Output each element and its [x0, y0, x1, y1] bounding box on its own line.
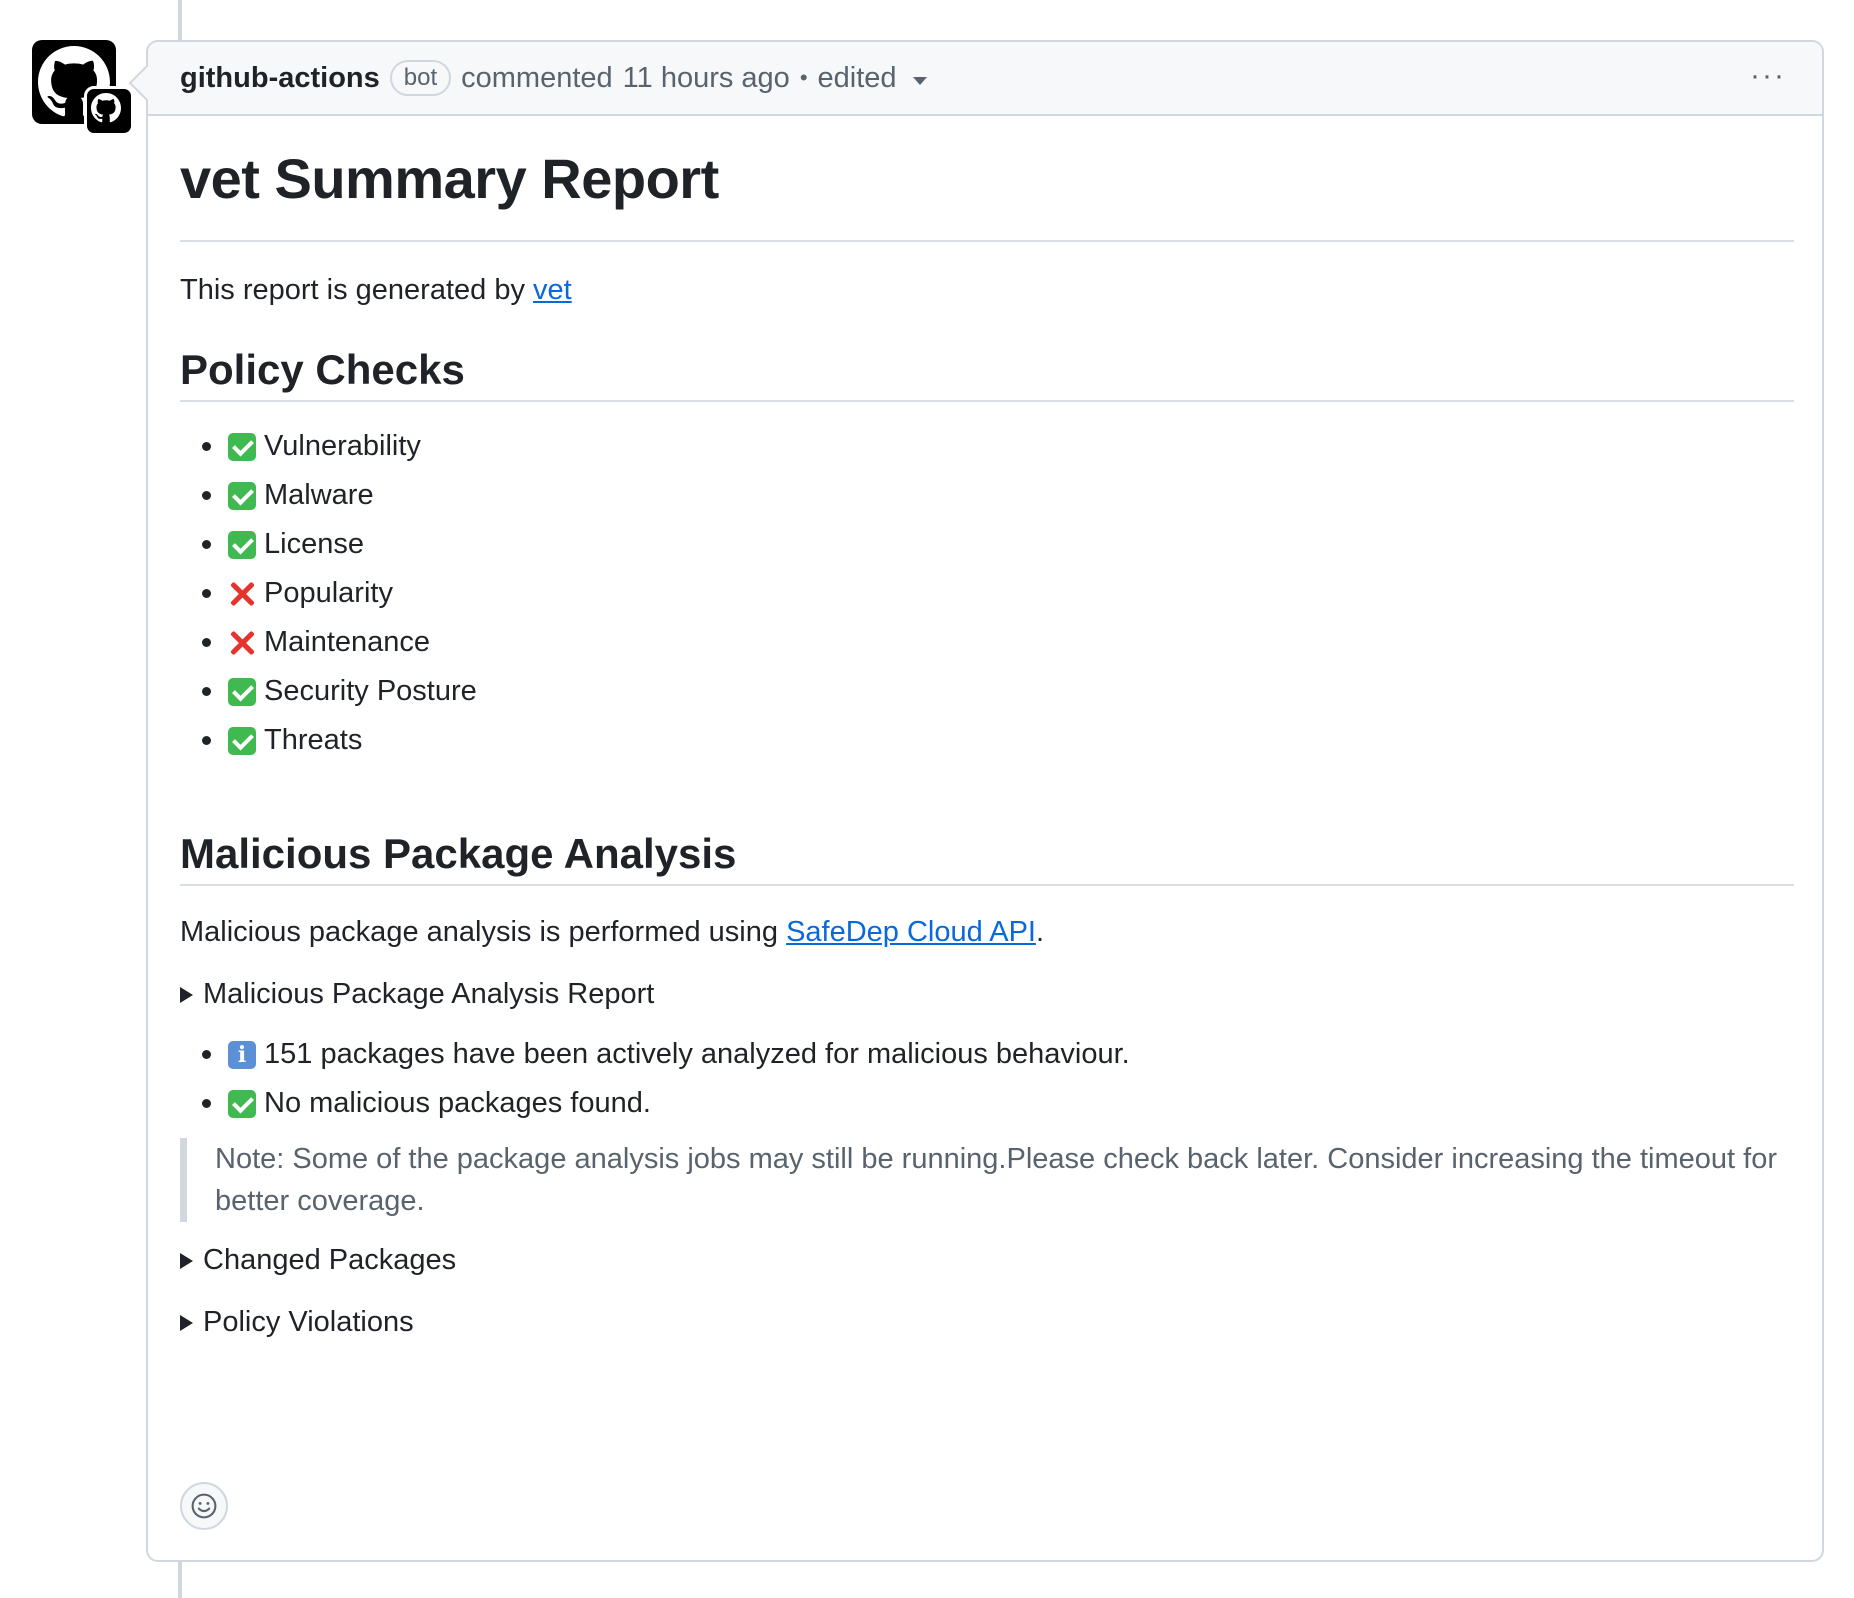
policy-label: Vulnerability: [264, 430, 421, 462]
policy-item-threats: Threats: [180, 716, 477, 765]
malicious-paragraph: Malicious package analysis is performed …: [180, 916, 1044, 949]
check-mark-icon: [228, 432, 256, 461]
malicious-text-end: .: [1035, 916, 1045, 948]
edited-dropdown-icon[interactable]: [912, 77, 927, 85]
cross-mark-icon: [228, 580, 256, 608]
add-reaction-button[interactable]: [180, 1482, 228, 1530]
policy-checks-list: Vulnerability Malware License Popularity…: [180, 422, 477, 765]
comment-options-button[interactable]: ···: [1750, 61, 1786, 91]
check-mark-icon: [228, 677, 256, 706]
policy-item-vulnerability: Vulnerability: [180, 422, 477, 471]
check-mark-icon: [228, 481, 256, 510]
policy-item-license: License: [180, 520, 477, 569]
details-summary-label: Policy Violations: [203, 1306, 414, 1338]
details-summary-label: Malicious Package Analysis Report: [203, 978, 655, 1010]
info-icon: [228, 1040, 256, 1069]
policy-violations-details-toggle[interactable]: Policy Violations: [180, 1306, 414, 1339]
author-link[interactable]: github-actions: [180, 62, 380, 95]
disclosure-triangle-icon: [180, 1252, 193, 1269]
edited-label[interactable]: edited: [818, 62, 897, 95]
check-mark-icon: [228, 530, 256, 559]
policy-label: Maintenance: [264, 626, 431, 658]
comment-box: github-actions bot commented 11 hours ag…: [128, 40, 1824, 1562]
policy-item-security-posture: Security Posture: [180, 667, 477, 716]
disclosure-triangle-icon: [180, 986, 193, 1003]
report-title: vet Summary Report: [180, 147, 719, 210]
intro-paragraph: This report is generated by vet: [180, 274, 572, 307]
policy-item-maintenance: Maintenance: [180, 618, 477, 667]
intro-text: This report is generated by: [180, 274, 534, 306]
result-item-analyzed: 151 packages have been actively analyzed…: [180, 1030, 1130, 1079]
policy-checks-heading: Policy Checks: [180, 346, 465, 393]
comment-header: github-actions bot commented 11 hours ag…: [148, 42, 1822, 116]
policy-divider: [180, 400, 1794, 402]
disclosure-triangle-icon: [180, 1314, 193, 1331]
result-item-clean: No malicious packages found.: [180, 1079, 1130, 1128]
malicious-results-list: 151 packages have been actively analyzed…: [180, 1030, 1130, 1128]
details-summary-label: Changed Packages: [203, 1244, 457, 1276]
github-mark-icon: [91, 93, 121, 123]
comment-timestamp[interactable]: 11 hours ago: [623, 62, 790, 95]
github-app-badge: [84, 86, 134, 136]
policy-item-malware: Malware: [180, 471, 477, 520]
policy-label: Popularity: [264, 577, 393, 609]
changed-packages-details-toggle[interactable]: Changed Packages: [180, 1244, 456, 1277]
safedep-cloud-api-link[interactable]: SafeDep Cloud API: [786, 916, 1036, 948]
policy-label: Security Posture: [264, 675, 477, 707]
bot-badge: bot: [389, 60, 452, 96]
title-divider: [180, 240, 1794, 242]
check-mark-icon: [228, 1089, 256, 1118]
malicious-divider: [180, 884, 1794, 886]
malicious-text: Malicious package analysis is performed …: [180, 916, 787, 948]
malicious-report-details-toggle[interactable]: Malicious Package Analysis Report: [180, 978, 654, 1011]
malicious-analysis-heading: Malicious Package Analysis: [180, 830, 737, 877]
policy-label: Malware: [264, 479, 374, 511]
vet-link[interactable]: vet: [533, 274, 572, 306]
result-label: 151 packages have been actively analyzed…: [264, 1038, 1130, 1070]
policy-item-popularity: Popularity: [180, 569, 477, 618]
policy-label: License: [264, 528, 364, 560]
result-label: No malicious packages found.: [264, 1087, 651, 1119]
note-blockquote: Note: Some of the package analysis jobs …: [180, 1138, 1794, 1222]
policy-label: Threats: [264, 724, 363, 756]
cross-mark-icon: [228, 629, 256, 657]
header-separator: •: [799, 65, 808, 90]
smiley-icon: [191, 1493, 217, 1519]
check-mark-icon: [228, 726, 256, 755]
comment-action: commented: [461, 61, 613, 94]
